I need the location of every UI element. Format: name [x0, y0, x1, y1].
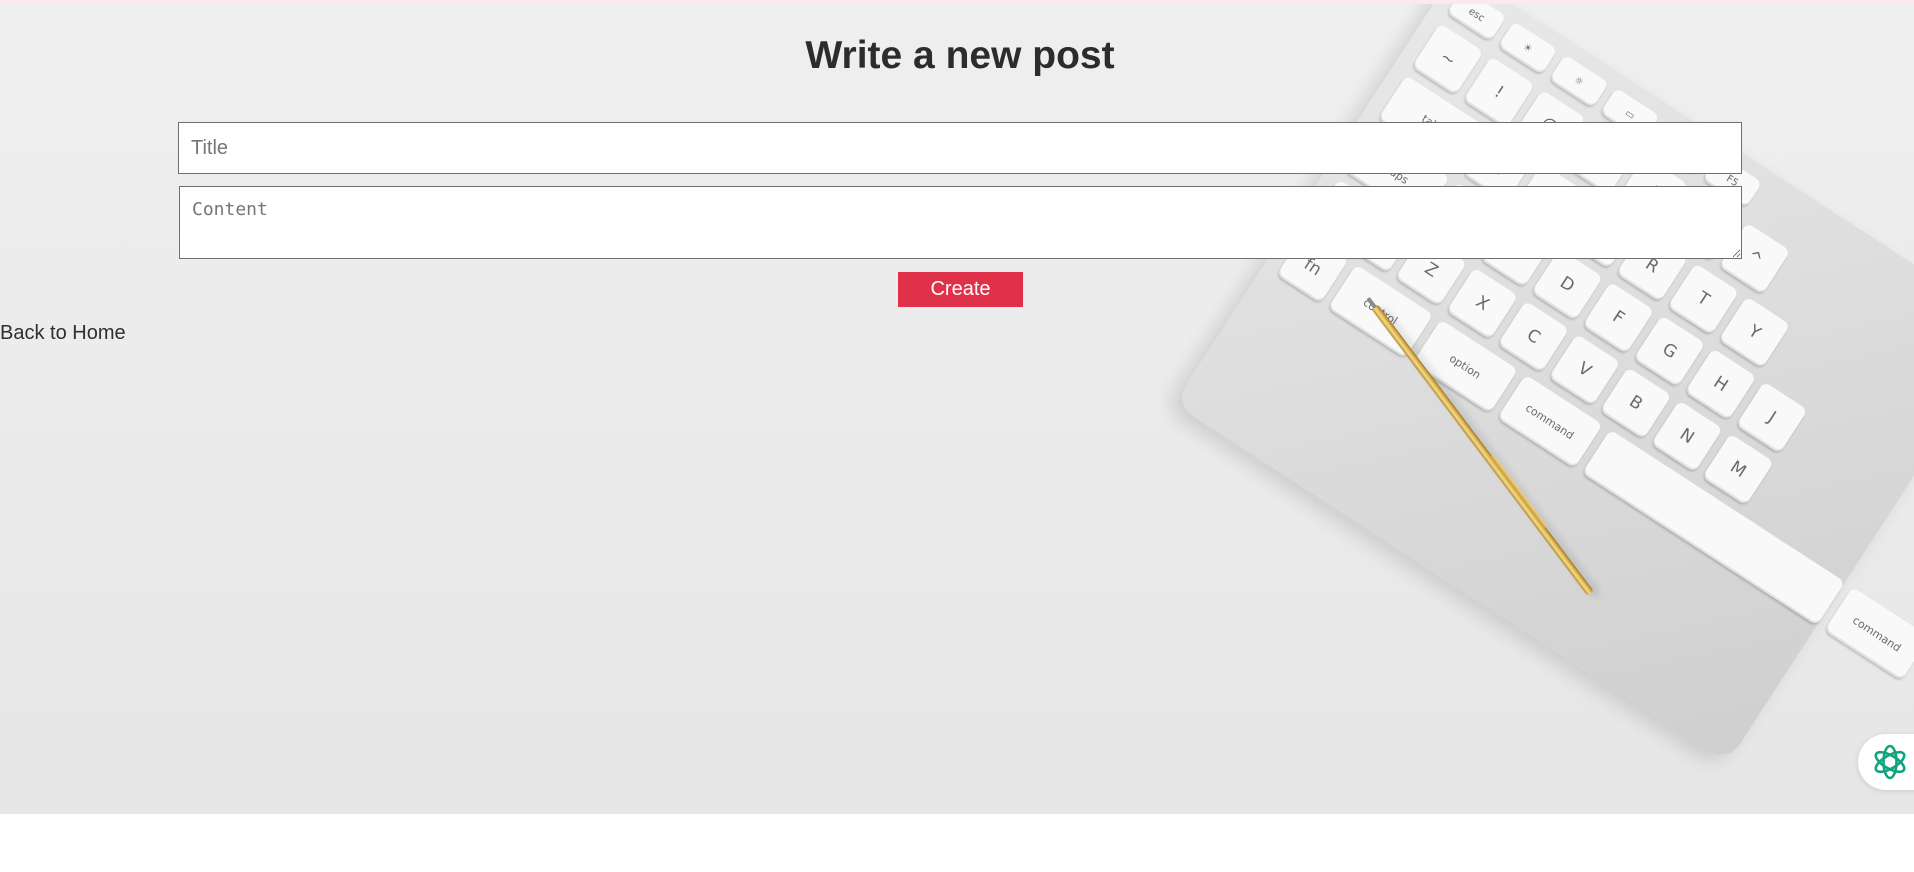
assistant-widget[interactable] [1858, 734, 1914, 790]
back-to-home-link[interactable]: Back to Home [0, 322, 126, 345]
content-textarea[interactable] [179, 186, 1742, 259]
create-button[interactable]: Create [898, 272, 1023, 307]
keyboard-image: esc ☀ ☼ ▭ ⊞ F5 ~ ! @ # $ % ^ tab Q W E [1107, 4, 1914, 764]
key: Y [1718, 296, 1791, 369]
key: command [1824, 586, 1914, 681]
page-bottom-area [0, 814, 1914, 872]
assistant-flower-icon [1874, 744, 1906, 780]
page-title: Write a new post [805, 34, 1115, 77]
title-input[interactable] [178, 122, 1742, 174]
key: J [1735, 381, 1808, 454]
hero-background: esc ☀ ☼ ▭ ⊞ F5 ~ ! @ # $ % ^ tab Q W E [0, 4, 1914, 814]
keyboard-body: esc ☀ ☼ ▭ ⊞ F5 ~ ! @ # $ % ^ tab Q W E [1173, 4, 1914, 764]
key: M [1702, 433, 1774, 506]
